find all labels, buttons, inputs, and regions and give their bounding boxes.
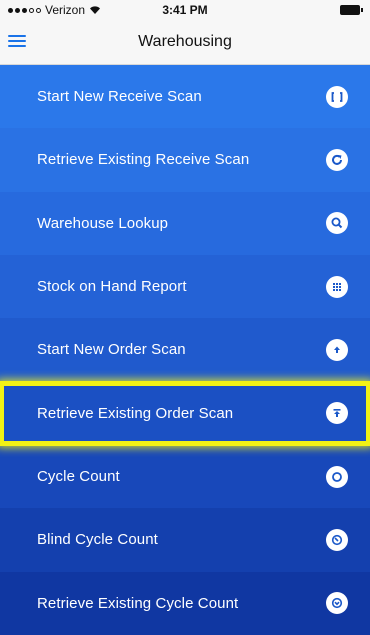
circle-icon <box>326 465 348 488</box>
clock-icon <box>326 528 348 551</box>
upload-bar-icon <box>326 402 348 425</box>
menu-item-label: Start New Order Scan <box>37 341 186 359</box>
menu-item-label: Cycle Count <box>37 468 120 486</box>
refresh-icon <box>326 148 348 171</box>
search-icon <box>326 212 348 235</box>
scan-bracket-icon <box>326 85 348 108</box>
wifi-icon <box>90 6 101 14</box>
menu-item-retrieve-existing-order-scan[interactable]: Retrieve Existing Order Scan <box>0 380 370 446</box>
menu-item-blind-cycle-count[interactable]: Blind Cycle Count <box>0 508 370 572</box>
menu-item-label: Warehouse Lookup <box>37 214 169 232</box>
grid-icon <box>326 275 348 298</box>
carrier-label: Verizon <box>45 3 86 17</box>
chevron-circle-icon <box>326 592 348 615</box>
signal-icon <box>8 7 41 13</box>
nav-bar: Warehousing <box>0 20 370 65</box>
menu-item-stock-on-hand-report[interactable]: Stock on Hand Report <box>0 254 370 319</box>
menu-item-retrieve-existing-cycle-count[interactable]: Retrieve Existing Cycle Count <box>0 571 370 635</box>
menu-item-label: Retrieve Existing Cycle Count <box>37 594 239 612</box>
menu-item-cycle-count[interactable]: Cycle Count <box>0 444 370 509</box>
menu-item-label: Start New Receive Scan <box>37 88 202 106</box>
menu-item-retrieve-existing-receive-scan[interactable]: Retrieve Existing Receive Scan <box>0 128 370 192</box>
menu-item-start-new-order-scan[interactable]: Start New Order Scan <box>0 318 370 382</box>
status-left: Verizon <box>8 3 101 17</box>
menu-item-label: Blind Cycle Count <box>37 531 158 549</box>
menu-item-warehouse-lookup[interactable]: Warehouse Lookup <box>0 191 370 255</box>
menu-list: Start New Receive Scan Retrieve Existing… <box>0 65 370 635</box>
menu-item-label: Retrieve Existing Receive Scan <box>37 151 250 169</box>
page-title: Warehousing <box>138 33 232 50</box>
battery-icon <box>340 5 363 15</box>
upload-arrow-icon <box>326 338 348 361</box>
hamburger-menu-icon[interactable] <box>8 30 30 52</box>
menu-item-start-new-receive-scan[interactable]: Start New Receive Scan <box>0 65 370 129</box>
menu-item-label: Stock on Hand Report <box>37 278 187 296</box>
menu-item-label: Retrieve Existing Order Scan <box>37 404 234 422</box>
status-bar: Verizon 3:41 PM <box>0 0 370 20</box>
